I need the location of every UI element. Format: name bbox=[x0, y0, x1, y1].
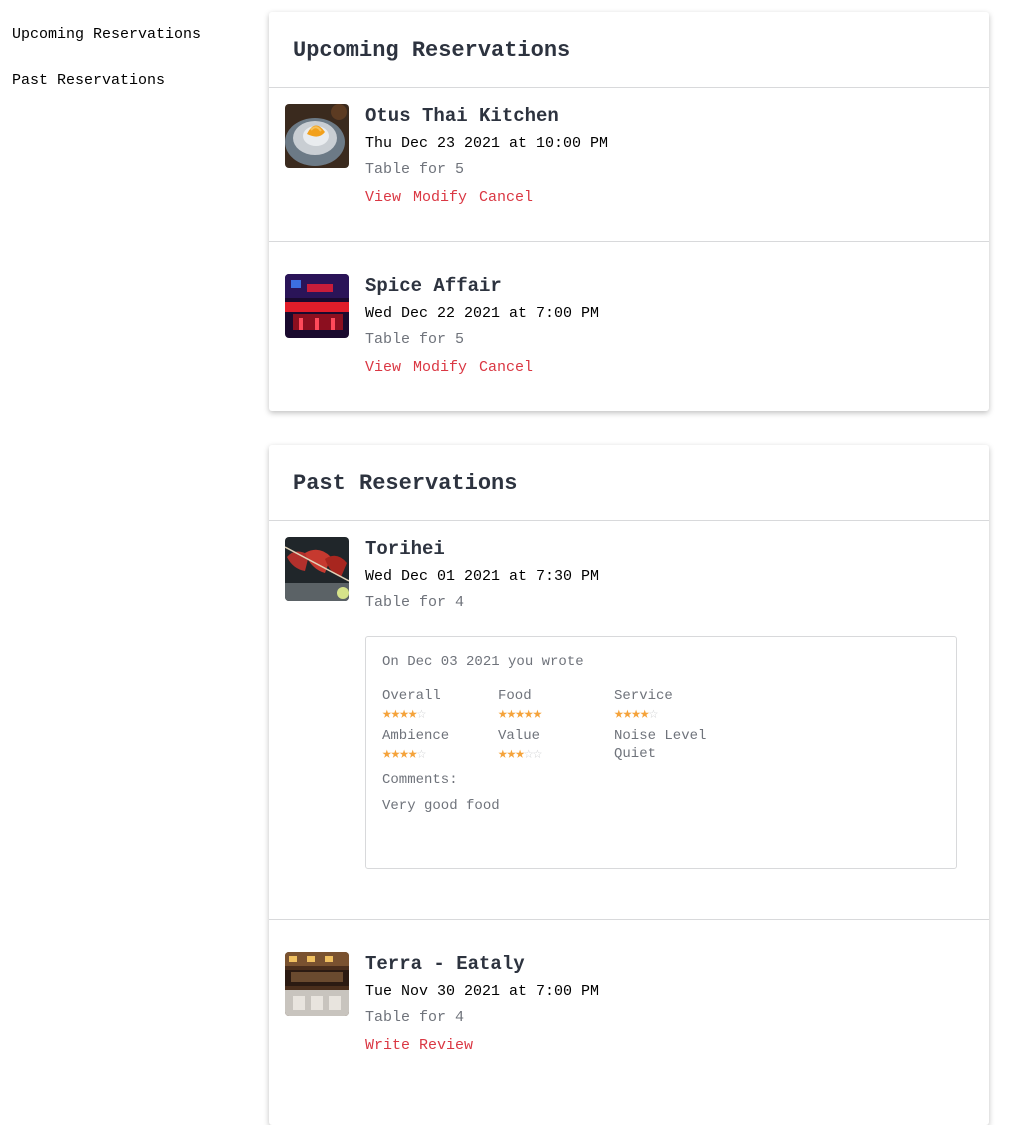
star-rating: ★★★☆☆ bbox=[498, 745, 614, 763]
restaurant-name[interactable]: Otus Thai Kitchen bbox=[365, 104, 973, 128]
star-empty-icon: ☆ bbox=[648, 705, 659, 723]
noise-value: Quiet bbox=[614, 746, 657, 762]
past-reservations-card: Past Reservations Torihei Wed Dec 01 202… bbox=[269, 445, 989, 1125]
restaurant-name[interactable]: Torihei bbox=[365, 537, 973, 561]
restaurant-photo[interactable] bbox=[285, 274, 349, 338]
reservation-item: Terra - Eataly Tue Nov 30 2021 at 7:00 P… bbox=[269, 920, 989, 1090]
reservation-actions: Write Review bbox=[365, 1035, 973, 1055]
star-filled-icon: ★ bbox=[498, 705, 508, 723]
star-filled-icon: ★ bbox=[506, 745, 517, 763]
restaurant-name[interactable]: Terra - Eataly bbox=[365, 952, 973, 976]
upcoming-title: Upcoming Reservations bbox=[293, 38, 571, 63]
card-header: Upcoming Reservations bbox=[269, 12, 989, 88]
party-size: Table for 4 bbox=[365, 1009, 465, 1026]
star-filled-icon: ★ bbox=[506, 705, 517, 723]
star-empty-icon: ☆ bbox=[532, 745, 543, 763]
restaurant-photo[interactable] bbox=[285, 537, 349, 601]
star-rating: ★★★★☆ bbox=[614, 705, 754, 723]
rating-noise: Noise Level Quiet bbox=[614, 727, 754, 763]
view-link[interactable]: View bbox=[365, 189, 401, 206]
restaurant-name[interactable]: Spice Affair bbox=[365, 274, 973, 298]
party-size: Table for 5 bbox=[365, 161, 465, 178]
sidebar-nav: Upcoming Reservations Past Reservations bbox=[12, 24, 242, 116]
comments-label: Comments: bbox=[382, 772, 458, 788]
star-filled-icon: ★ bbox=[523, 705, 534, 723]
rating-label: Value bbox=[498, 728, 541, 744]
star-filled-icon: ★ bbox=[515, 745, 525, 763]
ratings-grid: Overall ★★★★☆ Food ★★★★★ Service ★★★★☆ A… bbox=[382, 687, 940, 763]
star-empty-icon: ☆ bbox=[416, 705, 427, 723]
rating-label: Ambience bbox=[382, 728, 450, 744]
star-filled-icon: ★ bbox=[515, 705, 525, 723]
party-size: Table for 5 bbox=[365, 331, 465, 348]
sidebar-link-past[interactable]: Past Reservations bbox=[12, 70, 242, 92]
rating-label: Food bbox=[498, 688, 532, 704]
sidebar-link-upcoming[interactable]: Upcoming Reservations bbox=[12, 24, 242, 46]
rating-ambience: Ambience ★★★★☆ bbox=[382, 727, 498, 763]
star-filled-icon: ★ bbox=[532, 705, 543, 723]
modify-link[interactable]: Modify bbox=[413, 189, 467, 206]
rating-label: Overall bbox=[382, 688, 441, 704]
reservation-datetime: Wed Dec 22 2021 at 7:00 PM bbox=[365, 305, 600, 322]
star-filled-icon: ★ bbox=[399, 745, 409, 763]
restaurant-photo[interactable] bbox=[285, 104, 349, 168]
reservation-item: Torihei Wed Dec 01 2021 at 7:30 PM Table… bbox=[269, 521, 989, 920]
reservation-datetime: Wed Dec 01 2021 at 7:30 PM bbox=[365, 568, 600, 585]
star-filled-icon: ★ bbox=[639, 705, 650, 723]
rating-value: Value ★★★☆☆ bbox=[498, 727, 614, 763]
write-review-link[interactable]: Write Review bbox=[365, 1037, 473, 1054]
reservation-datetime: Thu Dec 23 2021 at 10:00 PM bbox=[365, 135, 609, 152]
star-filled-icon: ★ bbox=[390, 745, 401, 763]
star-filled-icon: ★ bbox=[382, 745, 392, 763]
star-filled-icon: ★ bbox=[399, 705, 409, 723]
star-empty-icon: ☆ bbox=[523, 745, 534, 763]
past-title: Past Reservations bbox=[293, 471, 518, 496]
rating-label: Noise Level bbox=[614, 728, 707, 744]
restaurant-photo[interactable] bbox=[285, 952, 349, 1016]
reservation-item: Otus Thai Kitchen Thu Dec 23 2021 at 10:… bbox=[269, 88, 989, 242]
star-filled-icon: ★ bbox=[622, 705, 633, 723]
upcoming-reservations-card: Upcoming Reservations Otus Thai Kitchen … bbox=[269, 12, 989, 411]
star-rating: ★★★★☆ bbox=[382, 705, 498, 723]
review-box: On Dec 03 2021 you wrote Overall ★★★★☆ F… bbox=[365, 636, 957, 869]
star-filled-icon: ★ bbox=[614, 705, 624, 723]
star-filled-icon: ★ bbox=[407, 705, 418, 723]
star-filled-icon: ★ bbox=[382, 705, 392, 723]
party-size: Table for 4 bbox=[365, 594, 465, 611]
cancel-link[interactable]: Cancel bbox=[479, 359, 533, 376]
star-rating: ★★★★★ bbox=[498, 705, 614, 723]
cancel-link[interactable]: Cancel bbox=[479, 189, 533, 206]
review-header: On Dec 03 2021 you wrote bbox=[382, 654, 584, 670]
star-rating: ★★★★☆ bbox=[382, 745, 498, 763]
comments-text: Very good food bbox=[382, 798, 500, 814]
star-empty-icon: ☆ bbox=[416, 745, 427, 763]
star-filled-icon: ★ bbox=[407, 745, 418, 763]
star-filled-icon: ★ bbox=[631, 705, 641, 723]
rating-service: Service ★★★★☆ bbox=[614, 687, 754, 723]
card-header: Past Reservations bbox=[269, 445, 989, 521]
rating-label: Service bbox=[614, 688, 673, 704]
reservation-datetime: Tue Nov 30 2021 at 7:00 PM bbox=[365, 983, 600, 1000]
rating-overall: Overall ★★★★☆ bbox=[382, 687, 498, 723]
rating-food: Food ★★★★★ bbox=[498, 687, 614, 723]
star-filled-icon: ★ bbox=[498, 745, 508, 763]
modify-link[interactable]: Modify bbox=[413, 359, 467, 376]
reservation-actions: View Modify Cancel bbox=[365, 187, 973, 207]
reservation-actions: View Modify Cancel bbox=[365, 357, 973, 377]
view-link[interactable]: View bbox=[365, 359, 401, 376]
star-filled-icon: ★ bbox=[390, 705, 401, 723]
reservation-item: Spice Affair Wed Dec 22 2021 at 7:00 PM … bbox=[269, 242, 989, 411]
